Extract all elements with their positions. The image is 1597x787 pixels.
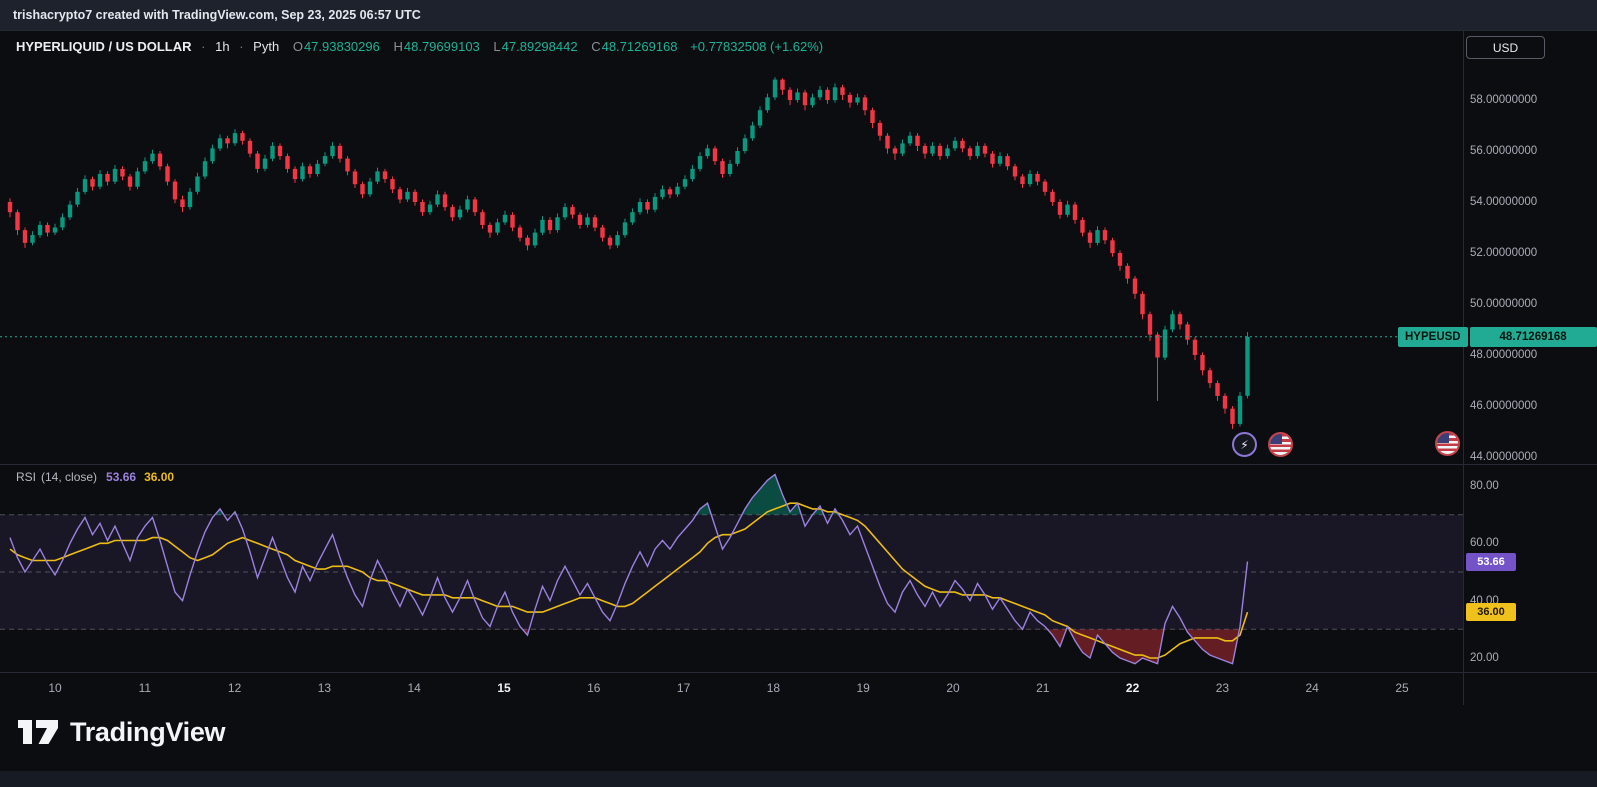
lightning-event-icon[interactable]: ⚡ [1232,432,1257,457]
low-label: L [493,39,500,54]
time-label: 10 [35,681,75,695]
rsi-ma-value-badge: 36.00 [1466,603,1516,621]
high-label: H [393,39,402,54]
attribution-text: trishacrypto7 created with TradingView.c… [13,8,421,22]
price-axis-divider [1463,30,1464,705]
time-label: 11 [125,681,165,695]
time-label: 18 [753,681,793,695]
time-label: 23 [1202,681,1242,695]
tradingview-logo-mark-icon [16,714,60,750]
rsi-scale-label: 60.00 [1470,535,1499,551]
price-scale-label: 46.00000000 [1470,398,1537,414]
price-scale-label: 56.00000000 [1470,143,1537,159]
currency-toggle-button[interactable]: USD [1466,36,1545,59]
last-price-value: 48.71269168 [1470,327,1597,347]
attribution-bar: trishacrypto7 created with TradingView.c… [0,0,1597,30]
us-flag-event-icon[interactable] [1268,432,1293,457]
open-value: 47.93830296 [304,39,380,54]
price-scale-label: 58.00000000 [1470,92,1537,108]
price-scale-label: 50.00000000 [1470,296,1537,312]
legend-separator: · [201,39,205,54]
close-value: 48.71269168 [602,39,678,54]
rsi-scale-label: 20.00 [1470,650,1499,666]
high-value: 48.79699103 [404,39,480,54]
time-label: 19 [843,681,883,695]
time-label: 22 [1113,681,1153,695]
symbol-legend: HYPERLIQUID / US DOLLAR · 1h · Pyth O47.… [16,39,823,54]
last-price-symbol: HYPEUSD [1398,327,1468,347]
time-label: 13 [304,681,344,695]
rsi-value-badge: 53.66 [1466,553,1516,571]
last-price-label: HYPEUSD 48.71269168 [1398,327,1597,347]
symbol-title[interactable]: HYPERLIQUID / US DOLLAR [16,39,192,54]
time-label: 12 [215,681,255,695]
time-label: 24 [1292,681,1332,695]
rsi-scale-label: 80.00 [1470,478,1499,494]
data-provider-label: Pyth [253,39,279,54]
time-label: 20 [933,681,973,695]
candlestick-pane[interactable] [0,30,1463,465]
change-value: +0.77832508 (+1.62%) [690,39,823,54]
pane-divider[interactable] [0,464,1597,465]
low-value: 47.89298442 [502,39,578,54]
time-label: 21 [1023,681,1063,695]
topbar-divider [0,30,1597,31]
tradingview-snapshot: trishacrypto7 created with TradingView.c… [0,0,1597,787]
us-flag-event-icon[interactable] [1435,431,1460,456]
time-label: 17 [664,681,704,695]
rsi-current-value: 53.66 [106,470,136,484]
tradingview-logo-text: TradingView [70,717,225,748]
footer-strip [0,771,1597,787]
legend-separator: · [239,39,243,54]
price-scale-label: 52.00000000 [1470,245,1537,261]
time-label: 16 [574,681,614,695]
time-label: 25 [1382,681,1422,695]
time-axis-divider [0,672,1597,673]
interval-label[interactable]: 1h [215,39,229,54]
time-label: 15 [484,681,524,695]
price-scale-label: 44.00000000 [1470,449,1537,465]
tradingview-logo[interactable]: TradingView [16,714,225,750]
close-label: C [591,39,600,54]
price-scale-label: 54.00000000 [1470,194,1537,210]
open-label: O [293,39,303,54]
rsi-indicator-pane[interactable] [0,465,1463,672]
rsi-title[interactable]: RSI [16,470,36,484]
time-label: 14 [394,681,434,695]
price-scale-label: 48.00000000 [1470,347,1537,363]
rsi-ma-current-value: 36.00 [144,470,174,484]
rsi-legend: RSI (14, close) 53.66 36.00 [16,470,174,484]
rsi-params: (14, close) [41,470,97,484]
